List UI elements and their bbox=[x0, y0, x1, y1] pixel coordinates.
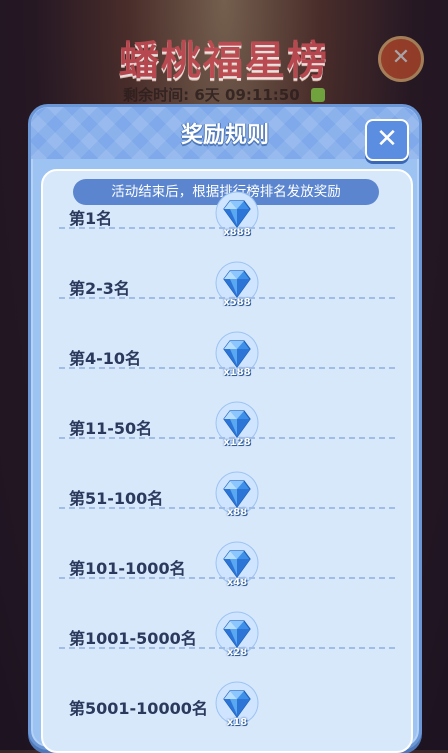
reward-rules-modal: 奖励规则 ✕ 活动结束后，根据排行榜排名发放奖励 第1名 x888 第2-3名 x58… bbox=[28, 104, 422, 753]
event-timer: 剩余时间: 6天 09:11:50 bbox=[0, 84, 448, 105]
timer-label: 剩余时间: bbox=[123, 86, 190, 104]
rank-label: 第4-10名 bbox=[69, 349, 142, 368]
close-button[interactable]: ✕ bbox=[365, 119, 409, 161]
close-icon: ✕ bbox=[376, 124, 398, 154]
row-divider bbox=[59, 577, 395, 579]
background-close-button: ✕ bbox=[378, 36, 424, 82]
modal-title: 奖励规则 bbox=[180, 123, 269, 148]
reward-row: 第5001-10000名 x18 bbox=[43, 673, 411, 743]
rank-label: 第101-1000名 bbox=[69, 559, 186, 578]
reward-row: 第11-50名 x128 bbox=[43, 393, 411, 463]
reward-row: 第1001-5000名 x28 bbox=[43, 603, 411, 673]
row-divider bbox=[59, 647, 395, 649]
row-divider bbox=[59, 367, 395, 369]
rewards-panel[interactable]: 活动结束后，根据排行榜排名发放奖励 第1名 x888 第2-3名 x588 第4-10名… bbox=[41, 169, 413, 753]
rank-label: 第51-100名 bbox=[69, 489, 164, 508]
reward-row: 第2-3名 x588 bbox=[43, 253, 411, 323]
reward-row: 第1名 x888 bbox=[43, 183, 411, 253]
rank-label: 第5001-10000名 bbox=[69, 699, 208, 718]
rank-label: 第2-3名 bbox=[69, 279, 130, 298]
reward-row: 第51-100名 x88 bbox=[43, 463, 411, 533]
reward-quantity: x18 bbox=[226, 717, 248, 728]
rank-label: 第1名 bbox=[69, 209, 113, 228]
reward-row: 第4-10名 x188 bbox=[43, 323, 411, 393]
rank-label: 第1001-5000名 bbox=[69, 629, 197, 648]
row-divider bbox=[59, 507, 395, 509]
row-divider bbox=[59, 437, 395, 439]
info-icon bbox=[310, 87, 325, 102]
reward-row: 第101-1000名 x48 bbox=[43, 533, 411, 603]
rank-label: 第11-50名 bbox=[69, 419, 153, 438]
timer-value: 6天 09:11:50 bbox=[194, 86, 300, 104]
row-divider bbox=[59, 227, 395, 229]
row-divider bbox=[59, 297, 395, 299]
